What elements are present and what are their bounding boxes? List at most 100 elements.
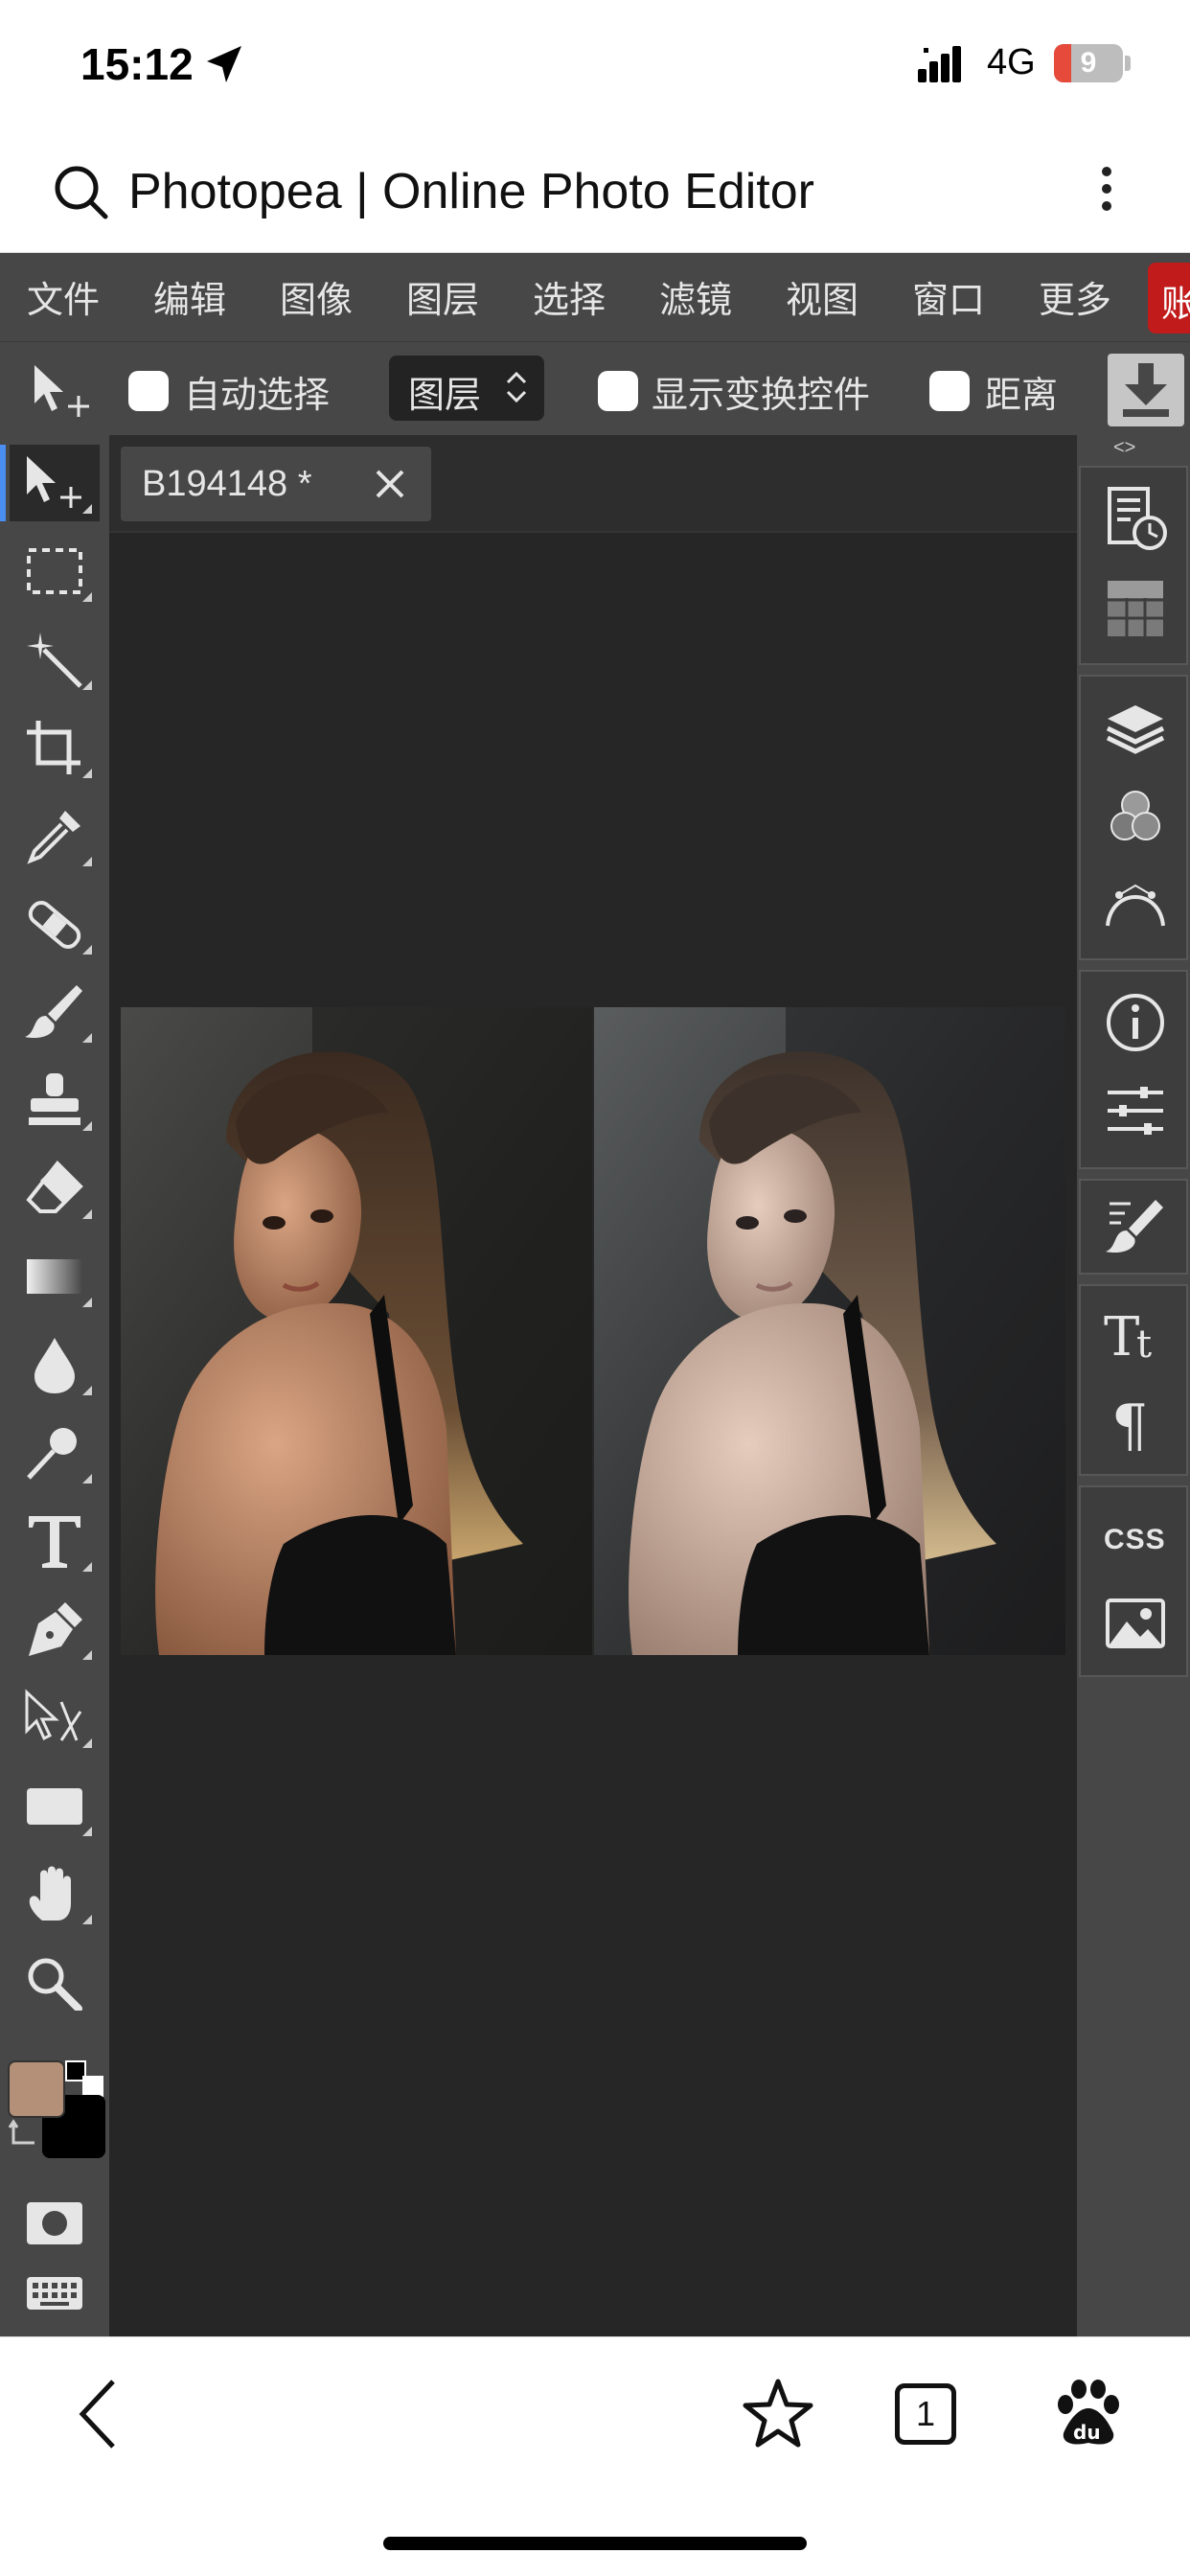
history-icon[interactable]	[1102, 485, 1169, 552]
path-select-tool[interactable]	[10, 1679, 100, 1756]
keyboard-tool[interactable]	[10, 2256, 100, 2333]
network-type: 4G	[987, 42, 1036, 82]
menu-bar: 文件 编辑 图像 图层 选择 滤镜 视图 窗口 更多 账	[0, 253, 1190, 341]
character-icon[interactable]: Tt	[1102, 1301, 1169, 1368]
download-icon	[1123, 363, 1169, 417]
stamp-tool[interactable]	[10, 1062, 100, 1138]
distance-checkbox[interactable]	[929, 371, 970, 411]
tabs-count: 1	[915, 2394, 936, 2433]
paths-icon[interactable]	[1102, 872, 1169, 939]
portrait-image-before	[121, 1007, 592, 1655]
menu-window[interactable]: 窗口	[912, 270, 985, 323]
panel-group-css: CSS	[1079, 1485, 1188, 1677]
marquee-tool[interactable]	[10, 533, 100, 610]
panel-group-layers	[1079, 675, 1188, 960]
tabs-button[interactable]: 1	[895, 2383, 956, 2445]
move-tool-icon[interactable]	[29, 361, 96, 421]
drop-icon	[34, 1338, 75, 1393]
menu-filter[interactable]: 滤镜	[659, 270, 732, 323]
image-icon[interactable]	[1102, 1591, 1169, 1658]
mask-icon	[27, 2202, 82, 2244]
baidu-paw-icon[interactable]: du	[1050, 2376, 1127, 2452]
info-icon[interactable]	[1102, 989, 1169, 1056]
healing-tool[interactable]	[10, 886, 100, 962]
panel-group-brush	[1079, 1179, 1188, 1275]
css-label[interactable]: CSS	[1104, 1524, 1166, 1556]
show-transform-checkbox[interactable]	[598, 371, 638, 411]
quick-mask-tool[interactable]	[10, 2185, 100, 2262]
menu-more[interactable]: 更多	[1039, 270, 1111, 323]
eyedropper-tool[interactable]	[10, 797, 100, 874]
collapse-panels-toggle[interactable]: <>	[1113, 437, 1135, 459]
browser-url-bar[interactable]: Photopea | Online Photo Editor	[0, 134, 1190, 253]
back-icon[interactable]	[59, 2376, 136, 2452]
show-transform-label: 显示变换控件	[652, 374, 871, 416]
foreground-color-swatch[interactable]	[8, 2060, 65, 2118]
panel-group-type: Tt ¶	[1079, 1284, 1188, 1476]
svg-text:t: t	[1136, 1322, 1152, 1367]
brush-icon	[25, 985, 82, 1039]
right-panel-bar: <> Tt ¶ CSS	[1077, 435, 1190, 2336]
svg-text:du: du	[1073, 2421, 1101, 2444]
rectangle-icon	[27, 1788, 82, 1825]
home-indicator	[383, 2537, 807, 2550]
eyedropper-icon	[27, 811, 80, 864]
menu-layer[interactable]: 图层	[406, 270, 479, 323]
type-tool[interactable]	[10, 1503, 100, 1579]
pen-icon	[29, 1602, 82, 1656]
more-menu-icon[interactable]	[1092, 159, 1121, 226]
paragraph-icon[interactable]: ¶	[1102, 1390, 1169, 1457]
keyboard-icon	[27, 2277, 82, 2310]
crop-icon	[27, 721, 80, 774]
document-tab-bar: B194148 *	[109, 435, 1077, 533]
battery-level: 9	[1080, 47, 1097, 79]
zoom-tool[interactable]	[10, 1944, 100, 2020]
close-icon[interactable]	[372, 466, 408, 502]
menu-account[interactable]: 账	[1148, 263, 1190, 334]
panel-group-history	[1079, 466, 1188, 665]
brush-settings-icon[interactable]	[1102, 1194, 1169, 1261]
auto-select-label: 自动选择	[184, 374, 331, 416]
type-icon	[29, 1516, 80, 1568]
pen-tool[interactable]	[10, 1591, 100, 1668]
menu-select[interactable]: 选择	[533, 270, 606, 323]
photo-before	[121, 1007, 592, 1655]
channels-icon[interactable]	[1102, 784, 1169, 851]
swap-colors-icon[interactable]	[8, 2118, 40, 2150]
page-title[interactable]: Photopea | Online Photo Editor	[128, 163, 814, 220]
tools-panel	[0, 435, 109, 2336]
adjustments-icon[interactable]	[1102, 1077, 1169, 1144]
signal-icon	[918, 46, 961, 82]
move-tool[interactable]	[0, 445, 100, 521]
layers-icon[interactable]	[1102, 696, 1169, 763]
hand-tool[interactable]	[10, 1855, 100, 1932]
star-icon[interactable]	[740, 2376, 816, 2452]
options-bar: 自动选择 图层 显示变换控件 距离	[0, 341, 1190, 435]
gradient-icon	[27, 1259, 82, 1294]
magic-wand-tool[interactable]	[10, 621, 100, 698]
shape-tool[interactable]	[10, 1767, 100, 1844]
menu-file[interactable]: 文件	[27, 270, 100, 323]
svg-text:¶: ¶	[1111, 1392, 1148, 1457]
menu-image[interactable]: 图像	[280, 270, 353, 323]
dodge-tool[interactable]	[10, 1414, 100, 1491]
eraser-tool[interactable]	[10, 1150, 100, 1227]
browser-bottom-bar: 1 du	[0, 2336, 1190, 2576]
gradient-tool[interactable]	[10, 1238, 100, 1315]
search-icon[interactable]	[50, 161, 111, 222]
menu-view[interactable]: 视图	[786, 270, 858, 323]
download-button[interactable]	[1108, 354, 1184, 426]
auto-select-checkbox[interactable]	[128, 371, 169, 411]
document-tab[interactable]: B194148 *	[121, 447, 431, 521]
brush-tool[interactable]	[10, 974, 100, 1050]
svg-text:T: T	[1104, 1306, 1139, 1368]
portrait-image-after	[594, 1007, 1065, 1655]
menu-edit[interactable]: 编辑	[153, 270, 226, 323]
swatches-icon[interactable]	[1102, 575, 1169, 642]
layer-select-dropdown[interactable]: 图层	[389, 356, 544, 421]
crop-tool[interactable]	[10, 709, 100, 786]
stamp-icon	[29, 1073, 80, 1125]
workspace[interactable]: B194148 *	[109, 435, 1077, 2336]
blur-tool[interactable]	[10, 1326, 100, 1403]
default-colors-white	[82, 2076, 103, 2097]
